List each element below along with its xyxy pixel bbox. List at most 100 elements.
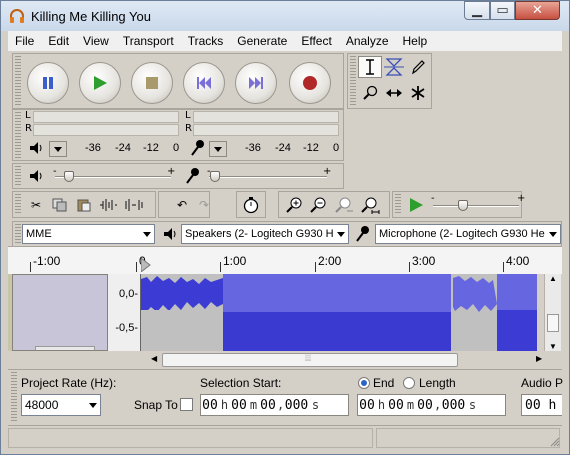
track-control-panel[interactable] (12, 274, 108, 351)
track-resize-handle[interactable] (35, 346, 95, 350)
redo-button[interactable]: ↷ (193, 195, 215, 215)
trim-button[interactable] (97, 195, 119, 215)
length-radio[interactable] (403, 377, 415, 389)
scroll-right-icon[interactable]: ▶ (536, 354, 542, 363)
timeline-ruler[interactable]: -1:00 0 1:00 2:00 3:00 4:00 (8, 246, 562, 274)
stop-button[interactable] (131, 62, 173, 104)
play-scale-label: -12 (143, 142, 159, 154)
sync-lock-button[interactable] (240, 195, 262, 215)
toolbar-grip[interactable] (395, 194, 401, 215)
envelope-tool[interactable] (382, 56, 406, 78)
skip-to-end-button[interactable] (235, 62, 277, 104)
record-meter-left[interactable] (193, 111, 339, 123)
vertical-scroll-thumb[interactable] (547, 314, 559, 332)
y-axis-label: -0,5- (115, 322, 138, 334)
recording-device-select[interactable]: Microphone (2- Logitech G930 He (375, 224, 561, 244)
paste-button[interactable] (73, 195, 95, 215)
play-meter-right-label: R (25, 123, 32, 134)
time-digits: 00 (388, 397, 404, 413)
minimize-icon: ▁ (472, 3, 482, 18)
toolbar-grip[interactable] (350, 56, 356, 106)
track-vertical-ruler[interactable]: 0,0- -0,5- (108, 274, 141, 351)
toolbar-grip[interactable] (15, 56, 21, 106)
maximize-icon: ▭ (496, 3, 509, 18)
cut-button[interactable]: ✂ (25, 195, 47, 215)
menu-tracks[interactable]: Tracks (181, 31, 231, 51)
scissors-icon: ✂ (30, 198, 42, 212)
zoom-in-button[interactable] (283, 195, 305, 215)
speed-min-label: - (431, 193, 435, 204)
scroll-left-icon[interactable]: ◀ (151, 354, 157, 363)
zoom-out-button[interactable] (307, 195, 329, 215)
vertical-scrollbar[interactable]: ▲ ▼ (544, 274, 561, 351)
maximize-button[interactable]: ▭ (490, 1, 515, 20)
fit-selection-button[interactable] (333, 195, 355, 215)
playback-speed-slider[interactable] (458, 200, 469, 211)
status-bar (8, 425, 562, 449)
menu-view[interactable]: View (76, 31, 116, 51)
fit-project-button[interactable] (359, 195, 381, 215)
toolbar-grip[interactable] (15, 166, 21, 186)
time-digits: 000 (284, 397, 309, 413)
playback-meter-right[interactable] (33, 124, 179, 136)
menu-transport[interactable]: Transport (116, 31, 181, 51)
selection-tool[interactable] (358, 56, 382, 78)
snap-to-checkbox[interactable] (180, 398, 193, 411)
menu-generate[interactable]: Generate (230, 31, 294, 51)
playback-device-select[interactable]: Speakers (2- Logitech G930 He (181, 224, 349, 244)
silence-button[interactable] (123, 195, 145, 215)
record-meter-menu-button[interactable] (209, 141, 227, 157)
undo-button[interactable]: ↶ (171, 195, 193, 215)
output-volume-slider[interactable] (63, 171, 74, 182)
toolbar-grip[interactable] (15, 194, 21, 215)
window-title: Killing Me Killing You (31, 9, 151, 24)
toolbar-grip[interactable] (15, 224, 21, 244)
zoom-tool[interactable] (358, 82, 382, 104)
close-button[interactable]: ✕ (515, 1, 560, 20)
multi-tool[interactable] (406, 82, 430, 104)
input-volume-slider[interactable] (209, 171, 220, 182)
horizontal-scrollbar[interactable]: ◀ ⦙⦙⦙ ▶ (8, 351, 562, 369)
project-rate-select[interactable]: 48000 (21, 394, 101, 416)
record-icon (303, 76, 317, 90)
copy-button[interactable] (49, 195, 71, 215)
draw-tool[interactable] (406, 56, 430, 78)
end-radio[interactable] (358, 377, 370, 389)
audio-position-time[interactable]: 00 h (521, 394, 562, 416)
rec-scale-label: -12 (303, 142, 319, 154)
record-meter-right[interactable] (193, 124, 339, 136)
menu-help[interactable]: Help (396, 31, 435, 51)
record-button[interactable] (289, 62, 331, 104)
audacity-window: Killing Me Killing You ▁ ▭ ✕ File Edit V… (0, 0, 570, 455)
skip-to-start-button[interactable] (183, 62, 225, 104)
zoom-selection-icon (335, 197, 353, 213)
menu-edit[interactable]: Edit (41, 31, 76, 51)
menu-effect[interactable]: Effect (294, 31, 338, 51)
scroll-down-icon[interactable]: ▼ (549, 342, 557, 351)
play-button[interactable] (79, 62, 121, 104)
playback-meter-menu-button[interactable] (49, 141, 67, 157)
horizontal-scroll-thumb[interactable]: ⦙⦙⦙ (162, 353, 458, 367)
pause-button[interactable] (27, 62, 69, 104)
time-unit: h (220, 398, 229, 412)
scroll-up-icon[interactable]: ▲ (549, 274, 557, 283)
undo-icon: ↶ (176, 198, 188, 212)
chevron-down-icon (89, 403, 97, 408)
toolbar-grip[interactable] (15, 112, 21, 158)
play-at-speed-button[interactable] (405, 195, 427, 215)
time-unit: m (406, 398, 415, 412)
selection-end-time[interactable]: 00 h 00 m 00 , 000 s (357, 394, 506, 416)
menu-file[interactable]: File (8, 31, 41, 51)
playback-meter-left[interactable] (33, 111, 179, 123)
minimize-button[interactable]: ▁ (464, 1, 490, 20)
toolbar-grip[interactable] (11, 372, 17, 423)
time-digits: 00 h (525, 397, 557, 413)
waveform-display[interactable] (141, 274, 537, 351)
stopwatch-icon (243, 197, 259, 214)
selection-start-time[interactable]: 00 h 00 m 00 , 000 s (200, 394, 349, 416)
audio-host-select[interactable]: MME (22, 224, 155, 244)
title-bar[interactable]: Killing Me Killing You ▁ ▭ ✕ (1, 1, 569, 31)
time-shift-tool[interactable] (382, 82, 406, 104)
menu-analyze[interactable]: Analyze (339, 31, 396, 51)
resize-grip-icon[interactable] (550, 437, 560, 447)
